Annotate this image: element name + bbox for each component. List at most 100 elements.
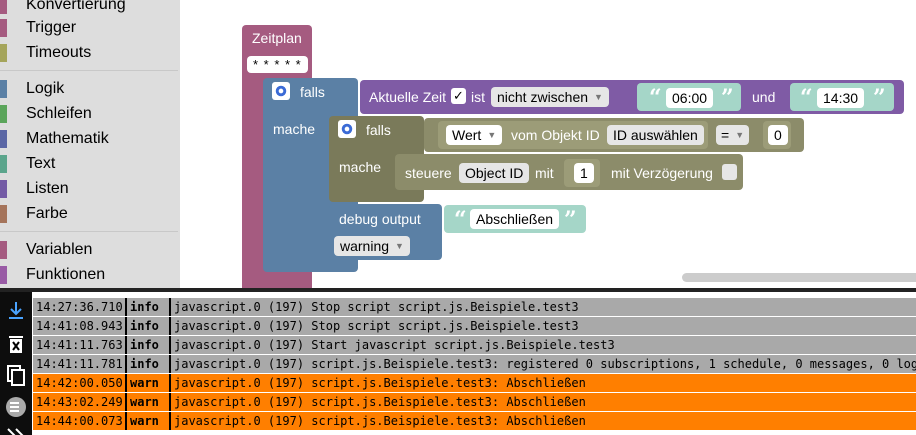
chevron-down-icon: ▼ [487,130,497,140]
log-row: 14:41:11.763 info javascript.0 (197) Sta… [33,336,916,355]
delete-icon[interactable] [4,332,28,356]
log-message: javascript.0 (197) Start javascript scri… [174,338,615,352]
toolbox: Konvertierung Trigger Timeouts Logik Sch… [0,0,180,288]
download-icon[interactable] [4,298,28,322]
log-level: info [127,355,171,373]
log-level: info [127,298,171,316]
compare-value-field[interactable]: 0 [768,125,788,145]
copy-icon[interactable] [4,364,28,388]
category-label: Schleifen [26,105,92,122]
category-swatch [0,266,7,284]
schedule-label: Zeitplan [252,30,302,46]
quote-close-icon: ” [564,207,577,233]
chevron-down-icon: ▼ [735,130,745,140]
time-start-field[interactable]: 06:00 [666,88,714,108]
workspace-scrollbar[interactable] [682,273,916,282]
toolbox-mathematik[interactable]: Mathematik [0,128,178,150]
control-value-field[interactable]: 1 [574,163,594,183]
category-label: Funktionen [26,266,106,283]
log-level: warn [127,393,171,411]
log-level: info [127,336,171,354]
toolbox-funktionen[interactable]: Funktionen [0,264,178,286]
toolbox-listen[interactable]: Listen [0,178,178,200]
toolbox-text[interactable]: Text [0,153,178,175]
log-message: javascript.0 (197) Stop script script.js… [174,300,579,314]
log-message: javascript.0 (197) script.js.Beispiele.t… [174,395,586,409]
wert-value: Wert [452,127,482,143]
log-toolbar [0,292,32,435]
category-swatch [0,105,7,123]
control-object-select[interactable]: Object ID [459,163,530,183]
category-swatch [0,80,7,98]
compare-operator-value: = [721,127,730,143]
log-level: warn [127,412,171,430]
category-label: Trigger [26,19,77,36]
toolbox-farbe[interactable]: Farbe [0,203,178,225]
filter-icon[interactable] [4,395,28,419]
category-label: Mathematik [26,130,109,147]
wert-dropdown[interactable]: Wert ▼ [446,125,503,145]
log-message: javascript.0 (197) script.js.Beispiele.t… [174,357,916,371]
inner-if-label: falls [366,122,391,138]
time-operator-value: nicht zwischen [497,89,589,105]
workspace[interactable]: Zeitplan * * * * * falls mache Aktuelle … [180,0,916,288]
steuere-label: steuere [405,165,452,181]
category-label: Text [26,155,56,172]
category-label: Variablen [26,241,93,258]
log-row: 14:43:02.249 warn javascript.0 (197) scr… [33,393,916,412]
cron-field[interactable]: * * * * * [247,56,308,73]
log-message: javascript.0 (197) script.js.Beispiele.t… [174,376,586,390]
delay-checkbox[interactable] [722,164,737,180]
log-level: info [127,317,171,335]
quote-open-icon: “ [800,85,813,111]
log-panel: 14:27:36.710 info javascript.0 (197) Sto… [0,288,916,435]
category-label: Farbe [26,205,68,222]
toolbox-schleifen[interactable]: Schleifen [0,103,178,125]
toolbox-logik[interactable]: Logik [0,78,178,100]
inner-do-label: mache [339,159,382,175]
outer-do-label: mache [273,121,316,137]
time-ist-label: ist [471,89,485,105]
log-row: 14:41:08.943 info javascript.0 (197) Sto… [33,317,916,336]
category-swatch [0,180,7,198]
log-time: 14:42:00.050 [33,374,127,392]
wrap-icon[interactable] [4,424,28,435]
time-compare-prefix: Aktuelle Zeit [369,89,447,105]
log-table: 14:27:36.710 info javascript.0 (197) Sto… [33,298,916,431]
toolbox-separator [0,70,178,71]
toolbox-trigger[interactable]: Trigger [0,17,178,39]
category-swatch [0,130,7,148]
gear-icon[interactable] [338,120,356,138]
log-time: 14:44:00.073 [33,412,127,430]
toolbox-konvertierung[interactable]: Konvertierung [0,0,178,16]
gear-icon[interactable] [272,82,290,100]
time-checkbox[interactable]: ✓ [451,88,466,104]
log-time: 14:27:36.710 [33,298,127,316]
debug-text-field[interactable]: Abschließen [470,209,560,229]
vom-objekt-label: vom Objekt ID [511,127,600,143]
category-label: Listen [26,180,69,197]
log-level-dropdown[interactable]: warning ▼ [334,236,410,256]
log-time: 14:43:02.249 [33,393,127,411]
log-time: 14:41:08.943 [33,317,127,335]
log-row: 14:44:00.073 warn javascript.0 (197) scr… [33,412,916,431]
debug-label: debug output [339,211,421,227]
category-label: Timeouts [26,44,92,61]
toolbox-separator [0,231,178,232]
category-swatch [0,155,7,173]
category-swatch [0,205,7,223]
toolbox-timeouts[interactable]: Timeouts [0,42,178,64]
object-id-select[interactable]: ID auswählen [607,125,704,145]
compare-operator-dropdown[interactable]: = ▼ [716,125,750,145]
category-swatch [0,44,7,62]
log-time: 14:41:11.781 [33,355,127,373]
time-end-field[interactable]: 14:30 [817,88,865,108]
category-swatch [0,19,7,37]
quote-close-icon: ” [873,85,886,111]
toolbox-variablen[interactable]: Variablen [0,239,178,261]
time-operator-dropdown[interactable]: nicht zwischen ▼ [491,87,609,107]
log-level-value: warning [340,238,390,254]
category-label: Logik [26,80,65,97]
log-time: 14:41:11.763 [33,336,127,354]
category-swatch [0,241,7,259]
